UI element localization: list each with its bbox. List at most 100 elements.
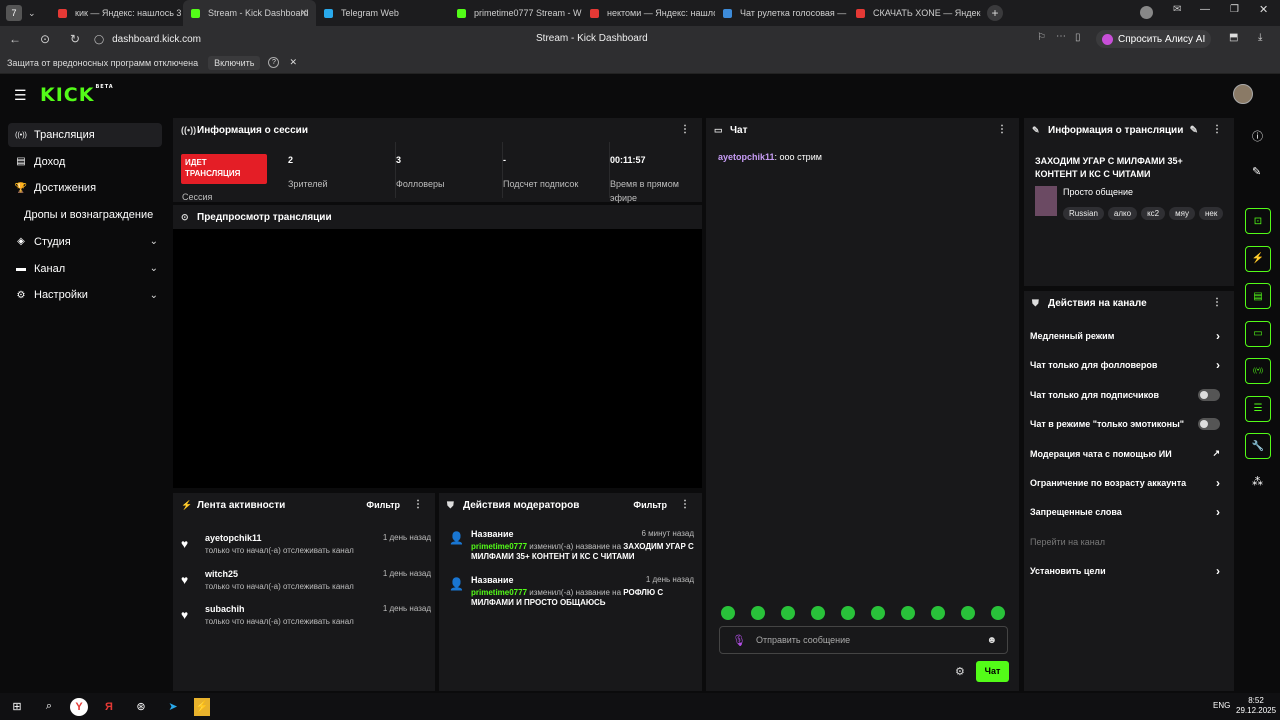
browser-tab[interactable]: СКАЧАТЬ XONE — Яндекс: [848, 0, 981, 26]
tab-close-icon[interactable]: ✕: [300, 8, 308, 19]
connections-icon[interactable]: ⁂: [1252, 475, 1263, 488]
emote-icon[interactable]: [901, 606, 915, 620]
tab-count-badge[interactable]: 7: [6, 5, 22, 21]
emote-icon[interactable]: [811, 606, 825, 620]
shield-icon[interactable]: ⊙: [30, 32, 60, 46]
url-field[interactable]: dashboard.kick.com: [112, 34, 201, 45]
emote-icon[interactable]: [961, 606, 975, 620]
channel-action-item[interactable]: Ограничение по возрасту аккаунта ›: [1030, 468, 1224, 498]
tray-clock[interactable]: 8:52 29.12.2025: [1236, 696, 1276, 716]
stream-tag[interactable]: нек: [1198, 207, 1224, 220]
channel-action-item[interactable]: Чат только для подписчиков: [1030, 380, 1224, 410]
chevron-right-icon[interactable]: ›: [1216, 564, 1220, 578]
infobar-enable-button[interactable]: Включить: [208, 55, 261, 70]
yandex-icon[interactable]: Я: [98, 698, 120, 716]
chevron-right-icon[interactable]: ›: [1216, 505, 1220, 519]
windows-start-icon[interactable]: ⊞: [6, 698, 28, 716]
emote-icon[interactable]: [841, 606, 855, 620]
browser-tab[interactable]: Stream - Kick Dashboard ✕: [183, 0, 316, 26]
chevron-down-icon[interactable]: ⌄: [150, 290, 158, 301]
hamburger-menu-icon[interactable]: ☰: [14, 87, 27, 104]
sidebar-item[interactable]: 🏆 Достижения: [8, 176, 162, 200]
mod-filter-button[interactable]: Фильтр: [633, 500, 667, 510]
minimize-button[interactable]: —: [1200, 4, 1210, 15]
stream-tag[interactable]: алко: [1107, 207, 1138, 220]
download-icon[interactable]: ⤓: [1258, 32, 1262, 43]
tab-list-chevron-icon[interactable]: ⌄: [28, 8, 42, 19]
category-thumbnail[interactable]: [1035, 186, 1057, 216]
stream-tag[interactable]: мяу: [1169, 207, 1195, 220]
channel-action-item[interactable]: Медленный режим ›: [1030, 321, 1224, 351]
chat-username[interactable]: ayetopchik11: [718, 152, 775, 162]
sidebar-item[interactable]: ⚙ Настройки ⌄: [8, 283, 162, 307]
browser-tab[interactable]: Telegram Web: [316, 0, 449, 26]
yandex-browser-icon[interactable]: Y: [70, 697, 88, 716]
mod-user[interactable]: primetime0777: [471, 588, 527, 597]
reader-mode-icon[interactable]: ⚐: [1037, 32, 1046, 43]
new-tab-button[interactable]: +: [987, 5, 1003, 21]
emote-icon[interactable]: [781, 606, 795, 620]
infobar-close-icon[interactable]: ✕: [289, 57, 297, 68]
sidebar-item[interactable]: ▤ Доход: [8, 150, 162, 174]
kick-logo[interactable]: KICKBETA: [40, 84, 114, 106]
sidebar-item[interactable]: ▬ Канал ⌄: [8, 257, 162, 281]
emote-icon[interactable]: [871, 606, 885, 620]
toggle-switch[interactable]: [1198, 388, 1220, 401]
more-icon[interactable]: ⋯: [1056, 31, 1066, 42]
stream-tag[interactable]: Russian: [1063, 207, 1104, 220]
stream-info-menu-icon[interactable]: ⋮: [1212, 124, 1222, 135]
emote-icon[interactable]: [991, 606, 1005, 620]
info-icon[interactable]: ⓘ: [1252, 128, 1263, 144]
chat-input[interactable]: 🎙 Отправить сообщение ☻: [719, 626, 1008, 654]
session-menu-icon[interactable]: ⋮: [680, 124, 690, 135]
close-window-button[interactable]: ✕: [1259, 3, 1268, 16]
lightning-icon[interactable]: ⚡: [1245, 245, 1271, 272]
sidebar-item[interactable]: ◈ Студия ⌄: [8, 230, 162, 254]
activity-filter-button[interactable]: Фильтр: [366, 500, 400, 510]
channel-actions-menu-icon[interactable]: ⋮: [1212, 297, 1222, 308]
pencil-rail-icon[interactable]: ✎: [1252, 165, 1261, 178]
telegram-icon[interactable]: ➤: [162, 698, 184, 716]
microphone-icon[interactable]: 🎙: [732, 634, 746, 647]
camera-icon[interactable]: ⊡: [1245, 208, 1271, 234]
mod-menu-icon[interactable]: ⋮: [680, 499, 690, 510]
chat-settings-icon[interactable]: ⚙: [955, 665, 965, 678]
tray-lang[interactable]: ENG: [1213, 701, 1230, 710]
document-icon[interactable]: ▤: [1245, 283, 1271, 309]
activity-menu-icon[interactable]: ⋮: [413, 499, 423, 510]
emote-icon[interactable]: [751, 606, 765, 620]
external-link-icon[interactable]: ↗: [1212, 448, 1220, 459]
wrench-icon[interactable]: 🔧: [1245, 433, 1271, 459]
alice-button[interactable]: Спросить Алису AI: [1096, 30, 1212, 48]
chevron-right-icon[interactable]: ›: [1216, 329, 1220, 343]
browser-tab[interactable]: кик — Яндекс: нашлось 3: [50, 0, 183, 26]
browser-tab[interactable]: нектоми — Яндекс: нашло: [582, 0, 715, 26]
search-icon[interactable]: ⌕: [38, 698, 60, 716]
emote-icon[interactable]: [931, 606, 945, 620]
channel-action-item[interactable]: Чат только для фолловеров ›: [1030, 350, 1224, 380]
emoji-icon[interactable]: ☻: [986, 635, 997, 646]
chevron-down-icon[interactable]: ⌄: [150, 263, 158, 274]
edit-icon[interactable]: ✎: [1190, 125, 1198, 136]
sidebar-item[interactable]: ((•)) Трансляция: [8, 123, 162, 147]
profile-avatar-icon[interactable]: [1140, 6, 1153, 19]
channel-action-item[interactable]: Модерация чата с помощью ИИ ↗: [1030, 439, 1224, 469]
chat-menu-icon[interactable]: ⋮: [997, 124, 1007, 135]
extension-icon[interactable]: ⬒: [1229, 32, 1238, 43]
user-avatar[interactable]: [1233, 84, 1253, 104]
layout-icon[interactable]: ☰: [1245, 395, 1271, 422]
help-icon[interactable]: ?: [268, 57, 280, 68]
bookmark-icon[interactable]: ▯: [1075, 32, 1081, 43]
maximize-button[interactable]: ❐: [1230, 4, 1239, 15]
app-icon[interactable]: ⚡: [194, 697, 210, 716]
toggle-switch[interactable]: [1198, 418, 1220, 431]
browser-tab[interactable]: primetime0777 Stream - W: [449, 0, 582, 26]
chat-rail-icon[interactable]: ▭: [1245, 320, 1271, 347]
chevron-down-icon[interactable]: ⌄: [150, 236, 158, 247]
chat-send-button[interactable]: Чат: [976, 661, 1009, 682]
channel-action-item[interactable]: Установить цели ›: [1030, 556, 1224, 586]
notifications-icon[interactable]: ✉: [1173, 4, 1181, 15]
reload-icon[interactable]: ↻: [60, 32, 90, 46]
emote-icon[interactable]: [721, 606, 735, 620]
steam-icon[interactable]: ⊛: [130, 698, 152, 716]
